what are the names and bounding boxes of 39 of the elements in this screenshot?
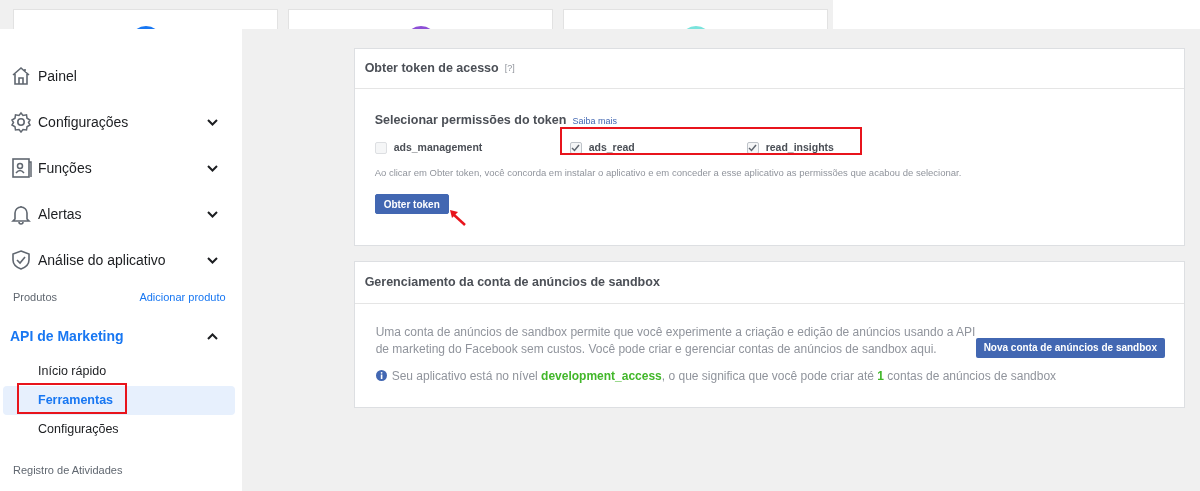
info-text: Seu aplicativo está no nível development_access, o que significa que você pode criar até 1 contas de anúncios de sandbox <box>391 367 1057 385</box>
bell-icon <box>10 203 32 225</box>
sidebar-item[interactable]: Configurações <box>0 99 242 145</box>
product-item[interactable]: API de Marketing <box>0 318 242 354</box>
checkbox-label: ads_management <box>393 139 483 155</box>
gear-icon <box>10 111 32 133</box>
learn-more-link[interactable]: Saiba mais <box>572 115 617 129</box>
chevron-icon[interactable] <box>206 332 218 340</box>
section-heading: Registro de Atividades <box>12 463 124 478</box>
new-sandbox-account-button[interactable]: Nova conta de anúncios de sandbox <box>975 337 1165 358</box>
checkbox[interactable] <box>374 141 387 154</box>
sidebar-item[interactable]: Alertas <box>0 191 242 237</box>
sidebar-item[interactable]: Análise do aplicativo <box>0 237 242 283</box>
checkbox-label: read_insights <box>765 139 834 155</box>
sidebar-item[interactable]: Funções <box>0 145 242 191</box>
submenu-item[interactable]: Início rápido <box>3 357 235 386</box>
consent-note: Ao clicar em Obter token, você concorda em instalar o aplicativo e em conceder a esse aplicativo as permissões que acabou de selecionar. <box>374 165 963 180</box>
description-text: Uma conta de anúncios de sandbox permite que você experimente a criação e edição de anúncios usando a API de marketing do Facebook sem custos. Você pode criar e gerenciar contas de anúncios de sandbox aqui. <box>375 323 976 358</box>
chevron-icon[interactable] <box>206 210 218 218</box>
submenu-item[interactable]: Configurações <box>3 415 235 444</box>
checkbox-label: ads_read <box>588 139 635 155</box>
get-token-button[interactable]: Obter token <box>374 194 449 214</box>
info-icon <box>375 370 387 381</box>
section-heading: Selecionar permissões do token <box>374 112 567 129</box>
submenu-item[interactable]: Ferramentas <box>3 386 235 415</box>
sidebar-item[interactable]: Painel <box>0 53 242 99</box>
checkbox[interactable] <box>746 141 759 154</box>
card-title: Obter token de acesso <box>364 60 499 78</box>
card-title: Gerenciamento da conta de anúncios de sandbox <box>364 273 660 291</box>
chevron-icon[interactable] <box>206 256 218 264</box>
section-heading: Produtos <box>13 289 58 305</box>
shield-icon <box>10 249 32 271</box>
checkbox[interactable] <box>569 141 582 154</box>
pointer-arrow <box>447 208 468 228</box>
id-card-icon <box>10 157 32 179</box>
chevron-icon[interactable] <box>206 118 218 126</box>
add-product-link[interactable]: Adicionar produto <box>139 288 226 306</box>
home-icon <box>10 65 32 87</box>
chevron-icon[interactable] <box>206 164 218 172</box>
